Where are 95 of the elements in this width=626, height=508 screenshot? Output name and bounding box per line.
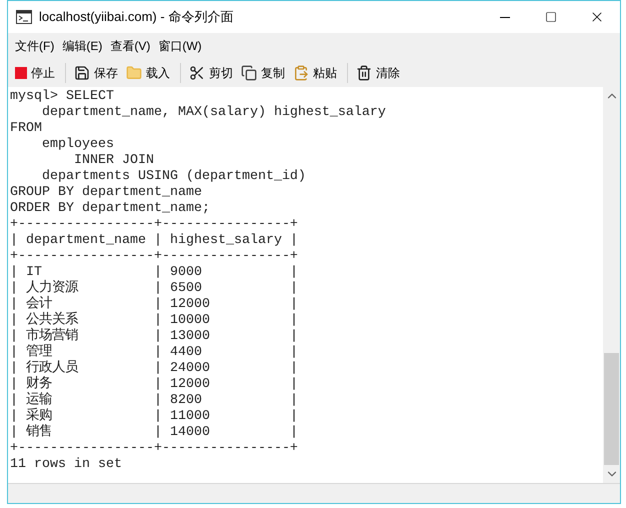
toolbar-button[interactable]: 剪切 xyxy=(186,61,236,85)
column-separator: | xyxy=(10,393,19,409)
copy-icon xyxy=(241,65,257,81)
menu-item[interactable]: 文件(F) xyxy=(12,37,58,55)
column-separator: | xyxy=(154,329,163,345)
column-separator: | xyxy=(154,377,163,393)
table-border: +-----------------+----------------+ xyxy=(10,249,298,265)
table-cell-text: 销售 xyxy=(26,425,53,441)
column-separator: | xyxy=(10,329,19,345)
query-line: GROUP BY department_name xyxy=(10,185,202,201)
column-separator: | xyxy=(290,345,298,361)
table-cell-text: 8200 xyxy=(170,393,203,409)
menu-item[interactable]: 窗口(W) xyxy=(155,37,205,55)
table-cell-text: 市场营销 xyxy=(26,329,79,344)
column-separator: | xyxy=(154,265,163,281)
table-cell-text: 14000 xyxy=(170,425,211,441)
table-cell-text: 管理 xyxy=(26,345,53,360)
table-cell-text: 12000 xyxy=(170,297,211,313)
maximize-icon xyxy=(545,11,557,23)
column-separator: | xyxy=(154,281,163,297)
trash-icon xyxy=(356,65,372,81)
column-separator: | xyxy=(10,425,19,441)
table-cell-text: 11000 xyxy=(170,409,211,425)
column-separator: | xyxy=(290,377,298,393)
minimize-icon xyxy=(500,16,510,18)
query-line: departments USING (department_id) xyxy=(40,169,306,185)
table-border: +-----------------+----------------+ xyxy=(10,441,298,457)
toolbar-button[interactable]: 载入 xyxy=(123,61,173,85)
query-line: FROM xyxy=(10,121,42,137)
table-cell-text: 行政人员 xyxy=(26,361,79,376)
column-separator: | xyxy=(10,377,19,393)
column-separator: | xyxy=(10,361,19,377)
stop-icon xyxy=(15,67,27,79)
column-separator: | xyxy=(290,265,298,281)
column-separator: | xyxy=(290,393,298,409)
column-separator: | xyxy=(290,233,298,249)
menu-item[interactable]: 查看(V) xyxy=(107,37,154,55)
toolbar-button[interactable]: 清除 xyxy=(353,61,403,85)
table-cell-text: IT xyxy=(26,265,42,280)
column-separator: | xyxy=(154,297,163,313)
column-separator: | xyxy=(290,361,298,377)
toolbar-button[interactable]: 复制 xyxy=(238,61,288,85)
toolbar-button[interactable]: 停止 xyxy=(12,61,58,85)
table-cell-text: 人力资源 xyxy=(26,281,80,296)
column-separator: | xyxy=(10,345,19,361)
column-separator: | xyxy=(290,297,298,313)
column-separator: | xyxy=(10,233,19,249)
clipboard-icon xyxy=(293,65,309,81)
column-separator: | xyxy=(10,409,19,425)
table-cell-text: 公共关系 xyxy=(26,313,79,328)
column-separator: | xyxy=(290,313,298,329)
column-separator: | xyxy=(10,297,19,313)
query-line: department_name, MAX(salary) highest_salary xyxy=(40,105,386,121)
column-separator: | xyxy=(154,313,163,329)
table-cell-text: 9000 xyxy=(170,265,203,281)
table-cell-text: 12000 xyxy=(170,377,211,393)
table-cell-text: 运输 xyxy=(26,393,53,408)
table-cell-text: 10000 xyxy=(170,313,211,329)
column-separator: | xyxy=(154,361,163,377)
column-separator: | xyxy=(154,409,163,425)
column-header: highest_salary xyxy=(170,233,283,249)
console-icon xyxy=(16,10,32,24)
query-line: ORDER BY department_name; xyxy=(10,201,210,217)
column-header: department_name xyxy=(26,233,147,249)
query-line: INNER JOIN xyxy=(72,153,154,169)
table-cell-text: 24000 xyxy=(170,361,211,377)
column-separator: | xyxy=(10,313,19,329)
column-separator: | xyxy=(290,329,298,345)
table-border: +-----------------+----------------+ xyxy=(10,217,298,233)
window-title: localhost(yiibai.com) - 命令列介面 xyxy=(39,8,234,26)
column-separator: | xyxy=(154,425,163,441)
scrollbar-thumb[interactable] xyxy=(604,353,619,465)
column-separator: | xyxy=(290,409,298,425)
table-cell-text: 会计 xyxy=(26,297,52,312)
toolbar-button[interactable]: 保存 xyxy=(71,61,121,85)
table-cell-text: 采购 xyxy=(26,409,53,424)
folder-icon xyxy=(126,65,142,81)
column-separator: | xyxy=(154,345,163,361)
column-separator: | xyxy=(154,393,163,409)
result-text: 11 rows in set xyxy=(10,457,122,473)
scissors-icon xyxy=(189,65,205,81)
column-separator: | xyxy=(10,281,19,297)
column-separator: | xyxy=(290,425,298,441)
table-cell-text: 6500 xyxy=(170,281,203,297)
menu-item[interactable]: 编辑(E) xyxy=(59,37,106,55)
table-cell-text: 财务 xyxy=(26,377,53,392)
column-separator: | xyxy=(290,281,298,297)
toolbar-button[interactable]: 粘贴 xyxy=(290,61,340,85)
table-cell-text: 4400 xyxy=(170,345,203,361)
column-separator: | xyxy=(10,265,19,281)
column-separator: | xyxy=(154,233,163,249)
vertical-scrollbar[interactable] xyxy=(603,87,620,483)
table-cell-text: 13000 xyxy=(170,329,211,345)
query-line: employees xyxy=(40,137,114,153)
query-line: mysql> SELECT xyxy=(10,89,114,105)
